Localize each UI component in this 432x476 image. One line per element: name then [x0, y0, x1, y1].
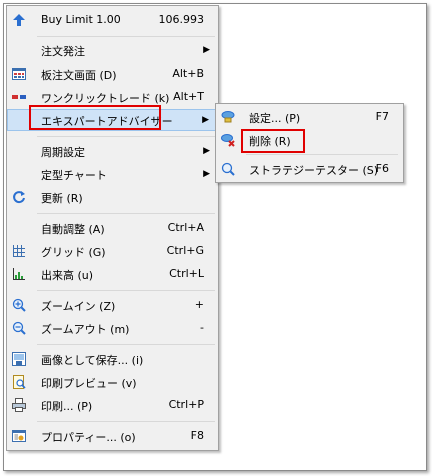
menu-item-shortcut: Alt+T [173, 90, 204, 103]
menu-item-label: ズームイン (Z) [41, 300, 116, 313]
menu-item-shortcut: F8 [190, 429, 204, 442]
buy-limit-arrow-icon [12, 13, 26, 27]
menu-item-label: 周期設定 [41, 146, 85, 159]
submenu-item-label: ストラテジーテスター (S) [249, 164, 379, 177]
menu-item-label: 印刷... (P) [41, 400, 93, 413]
menu-item-print-preview[interactable]: 印刷プレビュー (v) [7, 371, 218, 393]
menu-item-label: 注文発注 [41, 45, 85, 58]
menu-item-timeframe[interactable]: 周期設定 ▶ [7, 140, 218, 162]
menu-item-price: 106.993 [158, 13, 205, 26]
menu-separator [37, 421, 215, 422]
submenu-item-strategy-tester[interactable]: ストラテジーテスター (S) F6 [216, 158, 403, 180]
menu-item-label: ズームアウト (m) [41, 323, 130, 336]
menu-item-shortcut: + [194, 298, 204, 311]
menu-item-shortcut: Ctrl+P [168, 398, 204, 411]
menu-item-zoom-out[interactable]: ズームアウト (m) - [7, 317, 218, 339]
strategy-tester-icon [221, 162, 235, 176]
menu-item-properties[interactable]: プロパティー... (o) F8 [7, 425, 218, 447]
menu-item-shortcut: Ctrl+L [169, 267, 204, 280]
save-image-icon [12, 352, 26, 366]
menu-item-label: 印刷プレビュー (v) [41, 377, 137, 390]
menu-item-zoom-in[interactable]: ズームイン (Z) + [7, 294, 218, 316]
menu-item-refresh[interactable]: 更新 (R) [7, 186, 218, 208]
volume-icon [12, 267, 26, 281]
print-preview-icon [12, 375, 26, 389]
menu-item-save-as-picture[interactable]: 画像として保存... (i) [7, 348, 218, 370]
menu-item-auto-scroll[interactable]: 自動調整 (A) Ctrl+A [7, 217, 218, 239]
annotation-box-ea-remove [241, 129, 305, 153]
submenu-item-shortcut: F7 [375, 110, 389, 123]
submenu-arrow-icon: ▶ [203, 45, 210, 55]
ea-settings-icon [221, 110, 235, 124]
menu-item-label: グリッド (G) [41, 246, 106, 259]
menu-item-templates[interactable]: 定型チャート ▶ [7, 163, 218, 185]
menu-item-grid[interactable]: グリッド (G) Ctrl+G [7, 240, 218, 262]
grid-icon [12, 244, 26, 258]
refresh-icon [12, 190, 26, 204]
submenu-arrow-icon: ▶ [203, 146, 210, 156]
submenu-item-ea-settings[interactable]: 設定... (P) F7 [216, 106, 403, 128]
menu-item-shortcut: Alt+B [172, 67, 204, 80]
properties-icon [12, 429, 26, 443]
menu-item-shortcut: Ctrl+A [167, 221, 204, 234]
menu-item-shortcut: - [200, 321, 204, 334]
menu-item-label: Buy Limit 1.00 [41, 13, 121, 26]
menu-separator [246, 154, 398, 155]
menu-item-label: 自動調整 (A) [41, 223, 105, 236]
menu-item-label: プロパティー... (o) [41, 431, 136, 444]
print-icon [12, 398, 26, 412]
menu-separator [37, 344, 215, 345]
zoom-in-icon [12, 298, 26, 312]
submenu-item-label: 設定... (P) [249, 112, 301, 125]
order-board-icon [12, 67, 26, 81]
menu-item-label: ワンクリックトレード (k) [41, 92, 170, 105]
menu-item-label: 出来高 (u) [41, 269, 94, 282]
menu-separator [37, 136, 215, 137]
menu-separator [37, 290, 215, 291]
menu-item-shortcut: Ctrl+G [166, 244, 204, 257]
submenu-arrow-icon: ▶ [203, 169, 210, 179]
menu-item-label: 板注文画面 (D) [41, 69, 117, 82]
chart-context-menu: Buy Limit 1.00 106.993 注文発注 ▶ 板注文画面 (D) … [6, 5, 219, 451]
ea-remove-icon [221, 133, 235, 147]
zoom-out-icon [12, 321, 26, 335]
menu-item-label: 画像として保存... (i) [41, 354, 144, 367]
menu-item-volume[interactable]: 出来高 (u) Ctrl+L [7, 263, 218, 285]
annotation-box-expert-advisors [29, 105, 161, 130]
menu-separator [37, 213, 215, 214]
menu-item-buy-limit[interactable]: Buy Limit 1.00 106.993 [7, 9, 218, 31]
submenu-item-shortcut: F6 [375, 162, 389, 175]
menu-item-label: 更新 (R) [41, 192, 83, 205]
menu-item-order-board[interactable]: 板注文画面 (D) Alt+B [7, 63, 218, 85]
one-click-trade-icon [12, 90, 26, 104]
menu-separator [37, 36, 215, 37]
submenu-arrow-icon: ▶ [202, 115, 209, 125]
menu-item-print[interactable]: 印刷... (P) Ctrl+P [7, 394, 218, 416]
menu-item-label: 定型チャート [41, 169, 107, 182]
menu-item-place-order[interactable]: 注文発注 ▶ [7, 39, 218, 61]
